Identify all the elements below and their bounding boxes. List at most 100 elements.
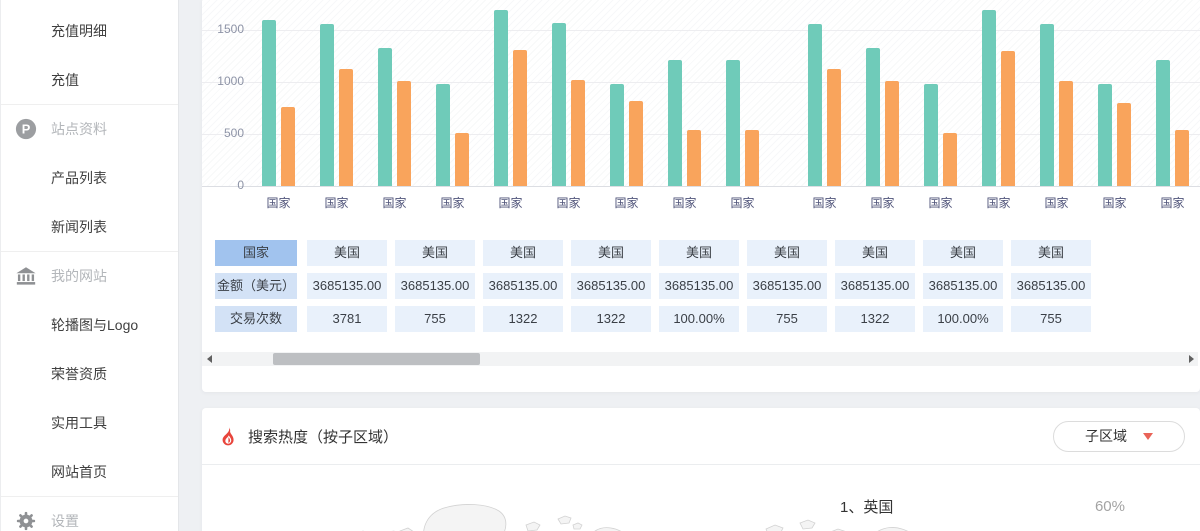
table-cell: 美国 [395,240,475,266]
bar-series-1 [552,23,566,186]
bar-series-2 [745,130,759,186]
bar-series-2 [1059,81,1073,186]
row-header-cell: 交易次数 [215,306,297,332]
bank-icon [15,265,37,287]
gear-icon [15,510,37,531]
sidebar-section-header: 设置 [1,496,178,531]
dropdown-label: 子区域 [1085,426,1127,446]
y-axis-tick: 1500 [208,22,244,36]
scrollbar-thumb[interactable] [273,353,480,365]
bar-series-1 [808,24,822,186]
sidebar-section-header: P 站点资料 [1,104,178,153]
row-header-cell: 金额（美元） [215,273,297,299]
x-axis-label: 国家 [795,194,855,211]
country-stats-table: 国家美国美国美国美国美国美国美国美国美国金额（美元） 3685135.00 3685… [215,240,1200,332]
table-cell: 美国 [483,240,563,266]
x-axis-label: 国家 [481,194,541,211]
bar-series-1 [378,48,392,186]
bar-series-2 [1117,103,1131,186]
table-cell: 3685135.00 [659,273,739,299]
sidebar-label: 我的网站 [51,266,107,286]
bar-series-2 [827,69,841,186]
p-circle-icon: P [15,118,37,140]
x-axis-label: 国家 [539,194,599,211]
flame-icon [218,425,238,447]
sidebar-item[interactable]: 轮播图与Logo [1,300,178,349]
table-cell: 3685135.00 [307,273,387,299]
table-cell: 3685135.00 [1011,273,1091,299]
y-axis-tick: 0 [208,178,244,192]
table-row: 交易次数378175513221322100.00%7551322100.00%… [215,306,1200,332]
country-stats-card: 050010001500国家国家国家国家国家国家国家国家国家国家国家国家国家国家… [202,0,1200,392]
x-axis-label: 国家 [1143,194,1200,211]
page: 充值明细充值 P 站点资料产品列表新闻列表 我的网站轮播图与Logo荣誉资质实用… [0,0,1200,531]
table-cell: 3685135.00 [835,273,915,299]
sidebar: 充值明细充值 P 站点资料产品列表新闻列表 我的网站轮播图与Logo荣誉资质实用… [0,0,179,531]
table-row: 国家美国美国美国美国美国美国美国美国美国 [215,240,1200,266]
search-heat-body: 1、英国60% [202,465,1200,531]
sidebar-item[interactable]: 网站首页 [1,447,178,496]
bar-series-2 [885,81,899,186]
x-axis-label: 国家 [365,194,425,211]
horizontal-scrollbar[interactable] [202,352,1198,366]
sidebar-label: 站点资料 [51,119,107,139]
sidebar-label: 产品列表 [51,168,107,188]
x-axis-line [202,186,1200,187]
bar-series-2 [629,101,643,186]
sidebar-label: 新闻列表 [51,217,107,237]
y-axis-tick: 500 [208,126,244,140]
x-axis-label: 国家 [423,194,483,211]
bar-series-1 [1098,84,1112,186]
x-axis-label: 国家 [307,194,367,211]
bar-series-2 [943,133,957,186]
table-cell: 3685135.00 [395,273,475,299]
sidebar-item[interactable]: 产品列表 [1,153,178,202]
bar-series-2 [281,107,295,186]
bar-series-1 [320,24,334,186]
x-axis-label: 国家 [597,194,657,211]
chevron-down-icon [1143,433,1153,445]
x-axis-label: 国家 [853,194,913,211]
sidebar-label: 实用工具 [51,413,107,433]
bar-series-1 [1156,60,1170,186]
bar-series-2 [339,69,353,186]
bar-series-2 [571,80,585,186]
table-cell: 美国 [923,240,1003,266]
subregion-dropdown[interactable]: 子区域 [1053,421,1185,452]
sidebar-item[interactable]: 实用工具 [1,398,178,447]
scroll-left-button[interactable] [202,352,216,366]
y-axis-tick: 1000 [208,74,244,88]
heat-list-item: 1、英国60% [840,495,1125,517]
sidebar-label: 网站首页 [51,462,107,482]
table-cell: 1322 [835,306,915,332]
svg-text:P: P [22,122,31,137]
sidebar-item[interactable]: 新闻列表 [1,202,178,251]
bar-series-1 [866,48,880,186]
table-cell: 1322 [483,306,563,332]
x-axis-label: 国家 [655,194,715,211]
main-content: 050010001500国家国家国家国家国家国家国家国家国家国家国家国家国家国家… [202,0,1200,531]
scroll-right-button[interactable] [1184,352,1198,366]
sidebar-section-header: 我的网站 [1,251,178,300]
sidebar-item[interactable]: 充值明细 [1,6,178,55]
table-cell: 美国 [835,240,915,266]
heat-item-value: 60% [1095,498,1125,515]
table-cell: 100.00% [659,306,739,332]
bar-series-2 [1175,130,1189,186]
x-axis-label: 国家 [1085,194,1145,211]
bar-series-2 [513,50,527,186]
bar-series-1 [1040,24,1054,186]
sidebar-label: 充值明细 [51,21,107,41]
table-row: 金额（美元） 3685135.00 3685135.00 3685135.00 3685… [215,273,1200,299]
bar-series-1 [982,10,996,186]
x-axis-label: 国家 [911,194,971,211]
table-cell: 755 [747,306,827,332]
table-cell: 美国 [659,240,739,266]
sidebar-item[interactable]: 充值 [1,55,178,104]
bar-series-1 [494,10,508,186]
sidebar-menu: 充值明细充值 P 站点资料产品列表新闻列表 我的网站轮播图与Logo荣誉资质实用… [1,6,178,531]
sidebar-item[interactable]: 荣誉资质 [1,349,178,398]
table-cell: 755 [395,306,475,332]
search-heat-card: 搜索热度（按子区域） 子区域 [202,408,1200,531]
table-cell: 3781 [307,306,387,332]
